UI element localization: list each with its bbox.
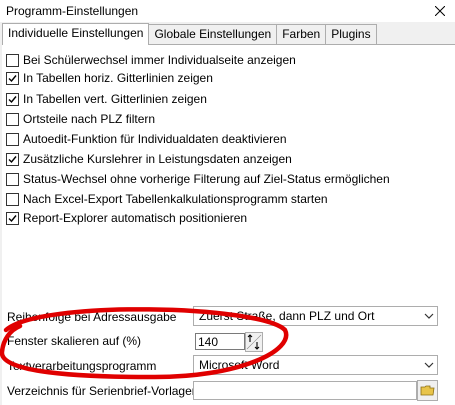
scale-label: Fenster skalieren auf (%) — [7, 334, 142, 348]
text-program-select[interactable]: Microsoft Word — [193, 355, 438, 375]
checkbox-row-status-change[interactable]: Status-Wechsel ohne vorherige Filterung … — [6, 169, 390, 189]
tab-colors[interactable]: Farben — [276, 24, 327, 44]
checkbox[interactable] — [6, 152, 19, 166]
chevron-down-icon — [424, 362, 434, 368]
checkbox-row-individual-page[interactable]: Bei Schülerwechsel immer Individualseite… — [6, 50, 296, 70]
close-button[interactable] — [425, 0, 455, 22]
checkbox-row-excel-export[interactable]: Nach Excel-Export Tabellenkalkulationspr… — [6, 189, 328, 209]
address-order-label: Reihenfolge bei Adressausgabe — [7, 310, 177, 324]
checkbox-row-autoedit[interactable]: Autoedit-Funktion für Individualdaten de… — [6, 129, 287, 149]
checkbox-label: Zusätzliche Kurslehrer in Leistungsdaten… — [23, 152, 292, 166]
tab-strip: Individuelle Einstellungen Globale Einst… — [2, 23, 377, 45]
checkbox[interactable] — [6, 71, 19, 85]
checkbox-label: Bei Schülerwechsel immer Individualseite… — [23, 53, 296, 67]
checkbox-row-vertical-gridlines[interactable]: In Tabellen vert. Gitterlinien zeigen — [6, 89, 207, 109]
tab-plugins[interactable]: Plugins — [325, 24, 377, 44]
checkmark-icon — [8, 214, 17, 222]
checkbox-label: Nach Excel-Export Tabellenkalkulationspr… — [23, 192, 328, 206]
checkbox[interactable] — [6, 53, 19, 67]
checkbox-row-report-explorer[interactable]: Report-Explorer automatisch positioniere… — [6, 208, 247, 228]
checkbox-label: Report-Explorer automatisch positioniere… — [23, 211, 248, 225]
chevron-down-icon — [424, 313, 434, 319]
checkbox-label: Status-Wechsel ohne vorherige Filterung … — [23, 172, 390, 186]
checkbox[interactable] — [6, 132, 19, 146]
address-order-select[interactable]: Zuerst Straße, dann PLZ und Ort — [193, 306, 438, 326]
up-down-arrows-icon — [246, 334, 262, 350]
scale-spinner[interactable] — [245, 332, 263, 352]
checkbox[interactable] — [6, 211, 19, 225]
text-program-value: Microsoft Word — [199, 358, 280, 372]
checkbox[interactable] — [6, 112, 19, 126]
checkmark-icon — [8, 74, 17, 82]
checkbox-label: Autoedit-Funktion für Individualdaten de… — [23, 132, 287, 146]
close-icon — [435, 6, 445, 16]
checkmark-icon — [8, 155, 17, 163]
tab-global-settings[interactable]: Globale Einstellungen — [148, 24, 278, 44]
checkbox-label: In Tabellen horiz. Gitterlinien zeigen — [23, 71, 213, 85]
checkbox-row-additional-teachers[interactable]: Zusätzliche Kurslehrer in Leistungsdaten… — [6, 149, 292, 169]
tab-individual-settings[interactable]: Individuelle Einstellungen — [2, 23, 150, 45]
address-order-value: Zuerst Straße, dann PLZ und Ort — [199, 309, 375, 323]
title-bar: Programm-Einstellungen — [0, 0, 455, 22]
serial-letter-path-input[interactable] — [193, 381, 417, 400]
checkbox[interactable] — [6, 192, 19, 206]
checkbox[interactable] — [6, 92, 19, 106]
checkbox[interactable] — [6, 172, 19, 186]
checkbox-row-plz-filter[interactable]: Ortsteile nach PLZ filtern — [6, 109, 155, 129]
folder-icon — [420, 385, 435, 396]
text-program-label: Textverarbeitungsprogramm — [7, 359, 157, 373]
scale-input[interactable] — [195, 333, 245, 350]
checkbox-label: Ortsteile nach PLZ filtern — [23, 112, 156, 126]
checkmark-icon — [8, 95, 17, 103]
serial-letter-label: Verzeichnis für Serienbrief-Vorlagen — [7, 384, 199, 398]
window-title: Programm-Einstellungen — [6, 4, 139, 18]
checkbox-row-horizontal-gridlines[interactable]: In Tabellen horiz. Gitterlinien zeigen — [6, 68, 213, 88]
browse-folder-button[interactable] — [417, 380, 438, 401]
checkbox-label: In Tabellen vert. Gitterlinien zeigen — [23, 92, 207, 106]
settings-window: Programm-Einstellungen Individuelle Eins… — [0, 0, 455, 405]
